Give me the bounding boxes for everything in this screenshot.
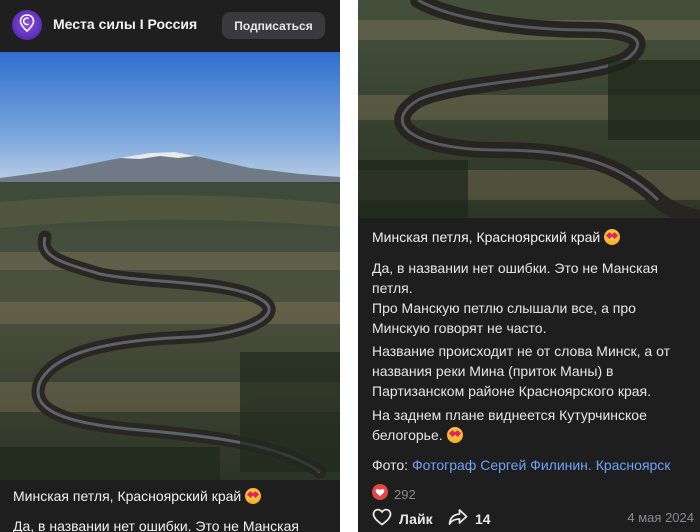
reaction-summary[interactable]: 292 (372, 484, 416, 505)
post-card-right: Минская петля, Красноярский край Да, в н… (358, 0, 700, 532)
share-button[interactable]: 14 (448, 508, 491, 529)
share-arrow-icon (448, 508, 468, 529)
post-photo[interactable] (0, 52, 340, 480)
subscribe-button[interactable]: Подписаться (222, 12, 325, 39)
reaction-count: 292 (394, 487, 416, 502)
heart-eyes-emoji-icon (604, 229, 621, 245)
heart-icon (372, 484, 388, 505)
post-title-full: Минская петля, Красноярский край (372, 229, 621, 245)
channel-name[interactable]: Места силы I Россия (53, 16, 197, 32)
photo-credit: Фото: Фотограф Сергей Филинин. Красноярс… (372, 457, 671, 473)
post-paragraph-1: Да, в названии нет ошибки. Это не Манска… (372, 260, 658, 336)
location-pin-icon (19, 13, 35, 37)
post-card-left: Места силы I Россия Подписаться Минская … (0, 0, 340, 532)
channel-header: Места силы I Россия Подписаться (0, 0, 340, 52)
photo-credit-link[interactable]: Фотограф Сергей Филинин. Красноярск (412, 457, 670, 473)
like-label: Лайк (399, 510, 433, 527)
heart-eyes-emoji-icon (446, 427, 463, 443)
like-button[interactable]: Лайк (372, 508, 433, 529)
post-title: Минская петля, Красноярский край (13, 488, 262, 504)
heart-outline-icon (372, 508, 392, 529)
post-paragraph-2: Название происходит не от слова Минск, а… (372, 343, 670, 399)
channel-avatar[interactable] (12, 10, 42, 40)
heart-eyes-emoji-icon (245, 488, 262, 504)
post-date: 4 мая 2024 (627, 510, 694, 525)
post-photo-top[interactable] (358, 0, 700, 218)
post-actions: Лайк 14 4 мая 2024 (372, 508, 694, 530)
share-count: 14 (475, 510, 491, 527)
post-paragraph-3: На заднем плане виднеется Кутурчинское б… (372, 407, 647, 443)
post-text-preview: Да, в названии нет ошибки. Это не Манска… (13, 518, 299, 532)
